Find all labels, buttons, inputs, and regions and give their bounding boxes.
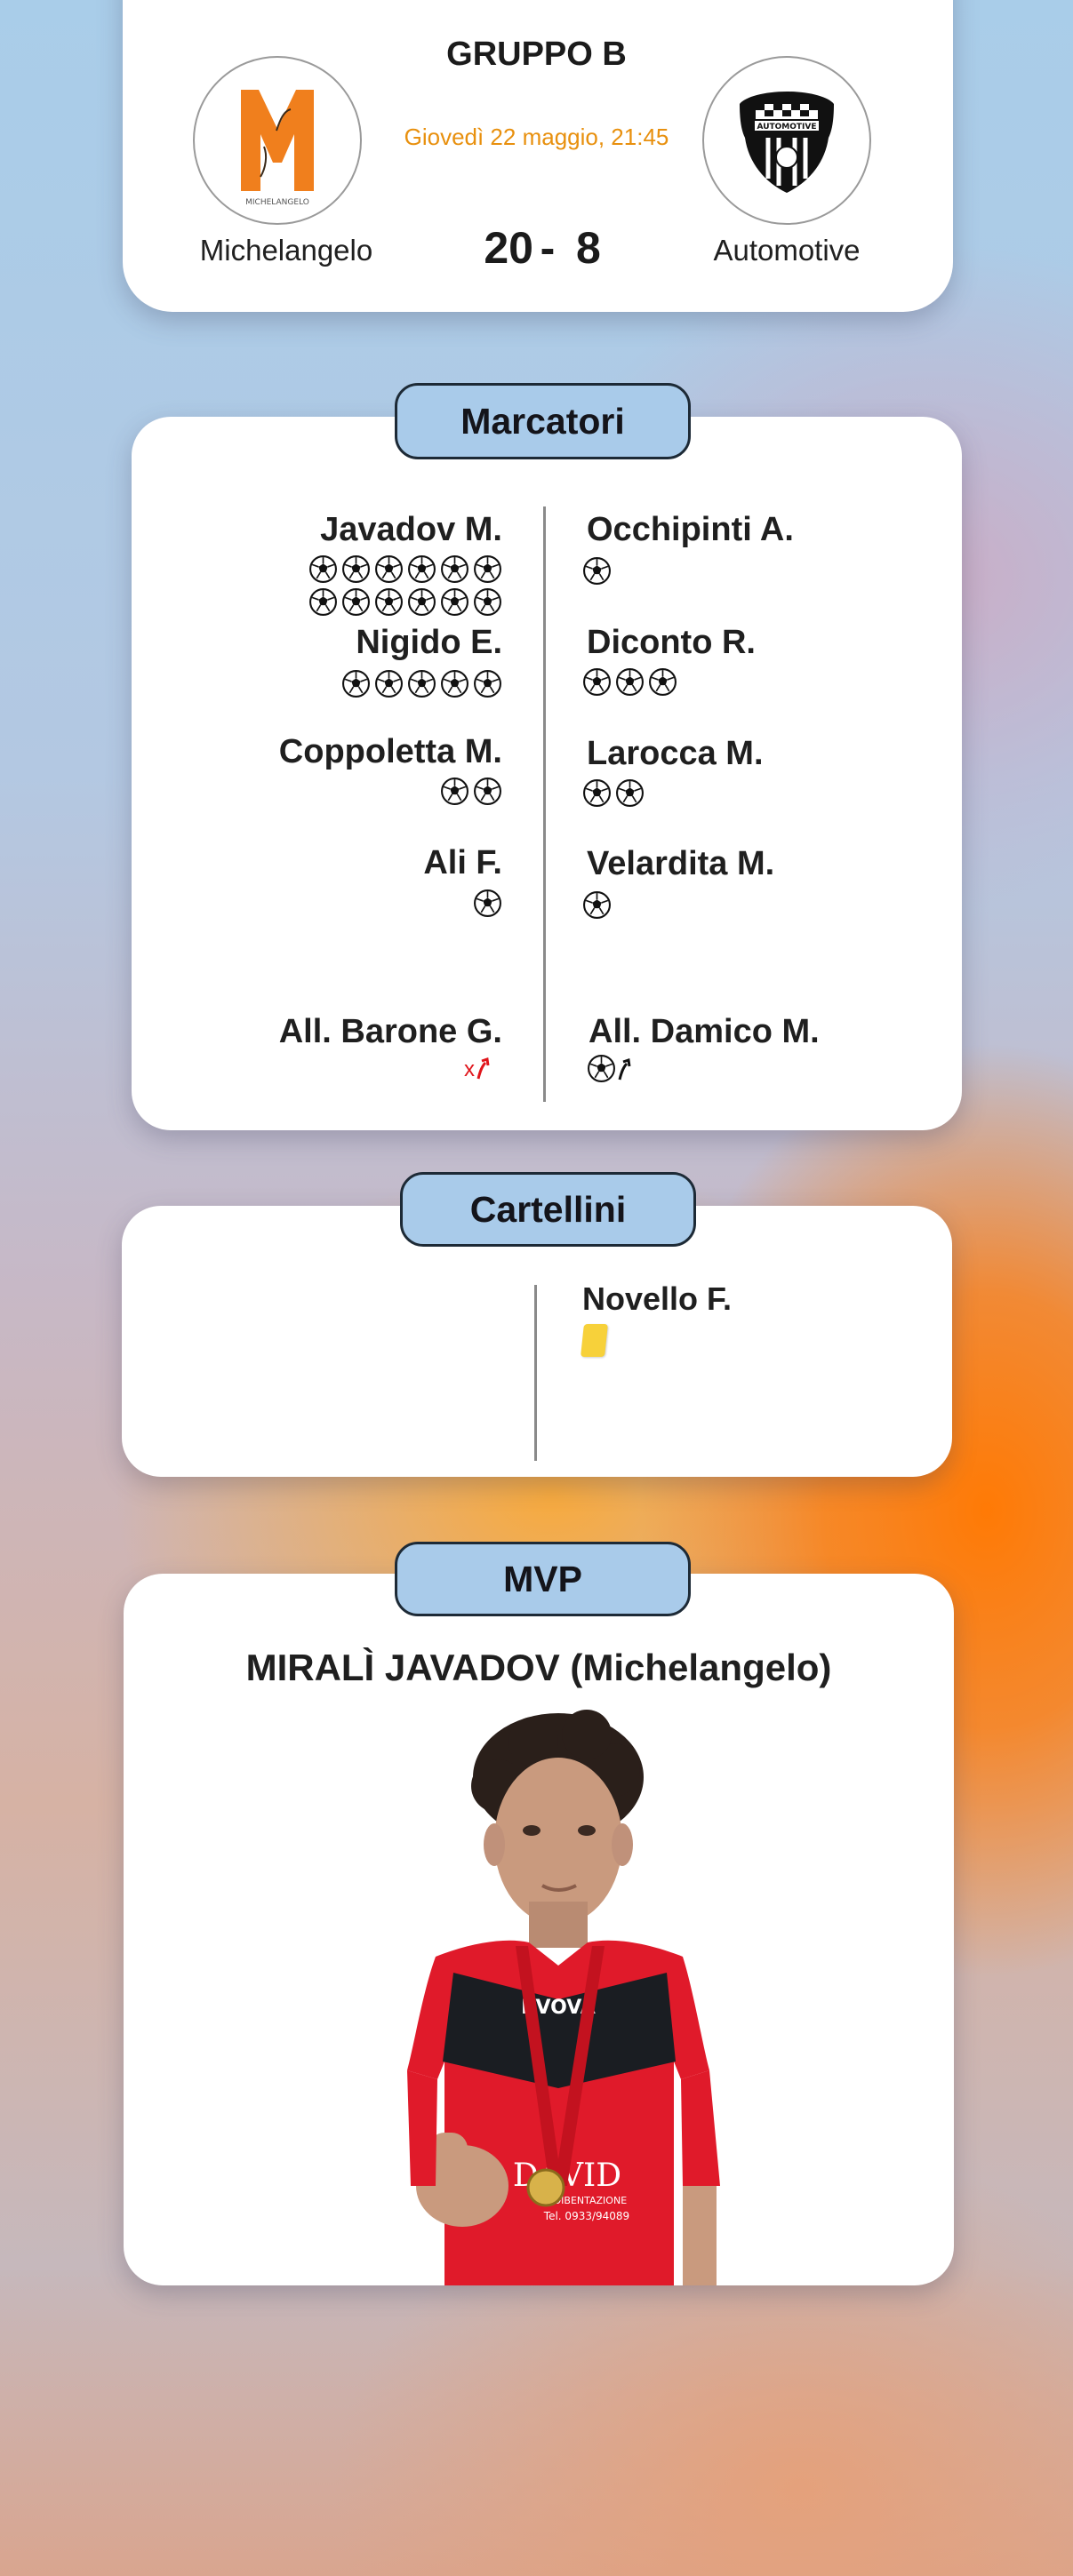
away-coach-name: All. Damico M.: [589, 1013, 820, 1050]
yellow-card-icon: [581, 1324, 608, 1357]
soccer-ball-icon: [583, 557, 611, 585]
soccer-ball-icon: [342, 555, 370, 583]
group-label: GRUPPO B: [446, 36, 627, 73]
soccer-ball-icon: [375, 670, 403, 698]
soccer-ball-icon: [408, 588, 436, 616]
away-scorer-name: Diconto R.: [587, 624, 756, 661]
score-separator: -: [540, 223, 556, 273]
home-team-name: Michelangelo: [199, 234, 373, 267]
soccer-ball-icon: [342, 588, 370, 616]
away-scorer-name: Occhipinti A.: [587, 511, 794, 548]
away-team-name: Automotive: [713, 234, 861, 267]
scorers-title: Marcatori: [395, 383, 691, 459]
soccer-ball-icon: [441, 588, 468, 616]
scorers-divider: [543, 506, 546, 1102]
black-arrow-icon: [618, 1058, 631, 1081]
mvp-player-photo: IIVOVA DAVID COIBENTAZIONE Tel. 0933/940…: [407, 1710, 720, 2285]
mvp-title: MVP: [395, 1542, 691, 1616]
soccer-ball-icon: [583, 779, 611, 807]
mvp-player-name: MIRALÌ JAVADOV (Michelangelo): [245, 1647, 832, 1688]
home-coach-x: x: [464, 1057, 475, 1081]
away-scorer-goals: [582, 778, 645, 808]
soccer-ball-icon: [583, 668, 611, 696]
cards-divider: [534, 1285, 537, 1461]
home-team-logo: MICHELANGELO: [193, 56, 362, 225]
soccer-ball-icon: [474, 889, 501, 917]
home-scorer-goals: [341, 669, 502, 698]
away-scorer-name: Velardita M.: [587, 845, 775, 882]
soccer-ball-icon: [441, 670, 468, 698]
soccer-ball-icon: [474, 670, 501, 698]
away-scorer-goals: [582, 556, 612, 586]
soccer-ball-icon: [309, 555, 337, 583]
soccer-ball-icon: [441, 778, 468, 805]
away-card-player: Novello F.: [582, 1280, 733, 1317]
home-scorer-name: Nigido E.: [356, 624, 502, 661]
away-scorer-name: Larocca M.: [587, 735, 764, 772]
soccer-ball-icon: [342, 670, 370, 698]
home-scorer-goals: [440, 777, 502, 806]
soccer-ball-icon: [616, 779, 644, 807]
away-logo-text: AUTOMOTIVE: [757, 123, 817, 132]
home-scorer-name: Coppoletta M.: [278, 733, 502, 770]
away-team-logo: AUTOMOTIVE: [702, 56, 871, 225]
home-scorer-name: Ali F.: [423, 844, 502, 881]
soccer-ball-icon: [583, 891, 611, 919]
soccer-ball-icon: [474, 555, 501, 583]
shirt-phone-text: Tel. 0933/94089: [543, 2210, 629, 2222]
soccer-ball-icon: [616, 668, 644, 696]
home-scorer-goals: [307, 554, 502, 617]
home-score: 20: [484, 223, 533, 273]
away-coach-substitution-mark: [587, 1054, 636, 1083]
red-arrow-icon: [476, 1057, 490, 1080]
soccer-ball-icon: [474, 588, 501, 616]
soccer-ball-icon: [474, 778, 501, 805]
soccer-ball-icon: [408, 670, 436, 698]
home-logo-text: MICHELANGELO: [245, 198, 309, 207]
cards-title: Cartellini: [400, 1172, 696, 1247]
home-coach-name: All. Barone G.: [278, 1013, 502, 1050]
soccer-ball-icon: [441, 555, 468, 583]
soccer-ball-icon: [588, 1055, 615, 1082]
match-datetime: Giovedì 22 maggio, 21:45: [404, 124, 669, 150]
home-scorer-name: Javadov M.: [320, 511, 502, 548]
away-scorer-goals: [582, 890, 612, 920]
home-coach-substitution-mark: x: [464, 1056, 494, 1082]
soccer-ball-icon: [649, 668, 677, 696]
soccer-ball-icon: [375, 588, 403, 616]
soccer-ball-icon: [375, 555, 403, 583]
soccer-ball-icon: [408, 555, 436, 583]
away-score: 8: [576, 223, 601, 273]
away-scorer-goals: [582, 667, 677, 697]
home-scorer-goals: [473, 889, 502, 918]
soccer-ball-icon: [309, 588, 337, 616]
